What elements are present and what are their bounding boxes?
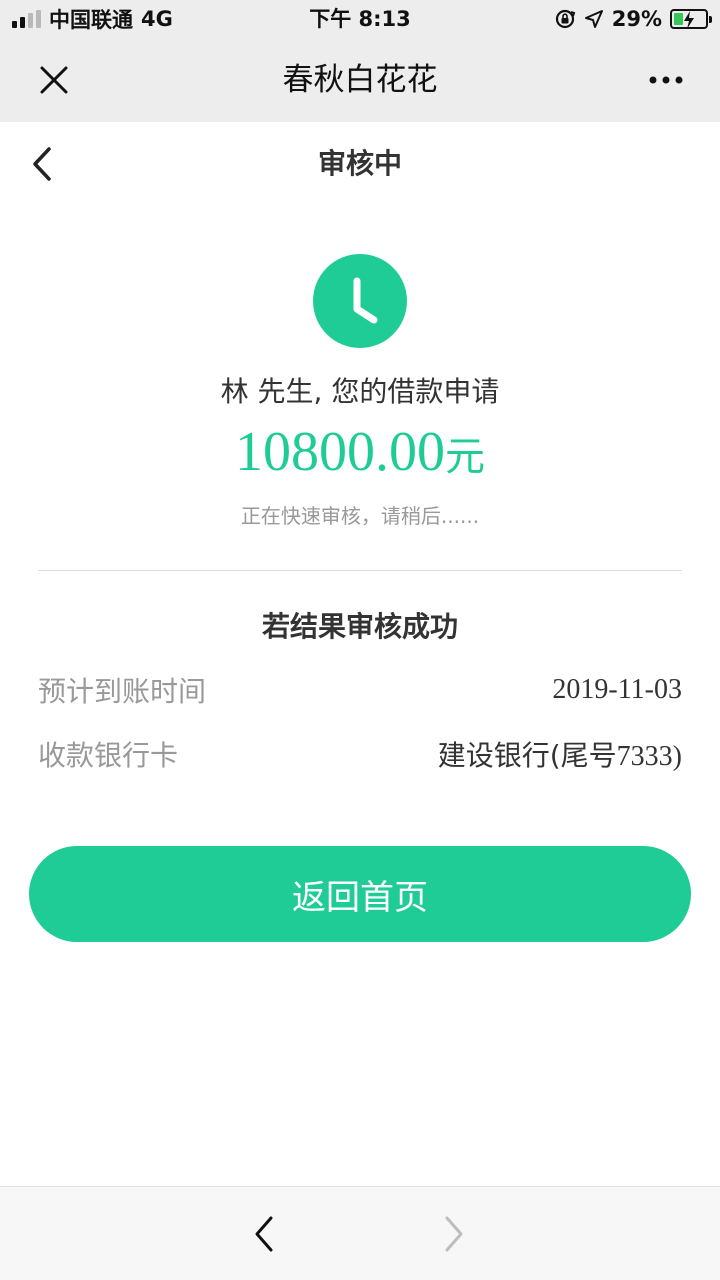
app-title: 春秋白花花 [282, 62, 438, 98]
bank-card-label: 收款银行卡 [38, 739, 179, 772]
status-bar-right: 29% [554, 0, 712, 38]
bank-card-name: 建设银行(尾号 [437, 739, 617, 772]
return-home-button[interactable]: 返回首页 [29, 846, 691, 942]
bank-card-value: 建设银行(尾号7333) [438, 734, 682, 774]
application-greeting: 林 先生, 您的借款申请 [220, 375, 500, 408]
battery-fill [674, 13, 683, 25]
chevron-right-icon [445, 1216, 463, 1252]
divider [38, 570, 682, 571]
arrival-time-value: 2019-11-03 [552, 674, 682, 705]
loan-amount-unit: 元 [445, 434, 485, 480]
page-header: 审核中 [0, 122, 720, 206]
location-icon [584, 10, 603, 28]
loan-amount: 10800.00元 [0, 420, 720, 484]
more-icon[interactable] [646, 60, 686, 100]
result-section-title: 若结果审核成功 [261, 610, 458, 643]
chevron-left-icon [255, 1216, 273, 1252]
browser-forward-button[interactable] [434, 1211, 474, 1257]
title-bar: 春秋白花花 [0, 38, 720, 122]
bank-card-row: 收款银行卡 建设银行(尾号7333) [38, 732, 682, 776]
bank-card-tail-number: 7333 [616, 741, 673, 772]
arrival-time-row: 预计到账时间 2019-11-03 [38, 668, 682, 712]
arrival-time-label: 预计到账时间 [38, 675, 207, 708]
review-hint: 正在快速审核，请稍后...... [240, 504, 480, 528]
clock-icon [313, 254, 407, 348]
bank-card-suffix: ) [672, 741, 682, 772]
battery-percent: 29% [611, 7, 662, 31]
orientation-lock-icon [555, 9, 575, 29]
browser-nav-bar [0, 1186, 720, 1280]
page-title: 审核中 [317, 147, 402, 180]
battery-icon [670, 9, 712, 29]
status-bar: 中国联通 4G 下午 8:13 29% [0, 0, 720, 38]
charging-bolt-icon [684, 11, 694, 29]
loan-amount-value: 10800.00 [235, 421, 445, 483]
browser-back-button[interactable] [244, 1211, 284, 1257]
